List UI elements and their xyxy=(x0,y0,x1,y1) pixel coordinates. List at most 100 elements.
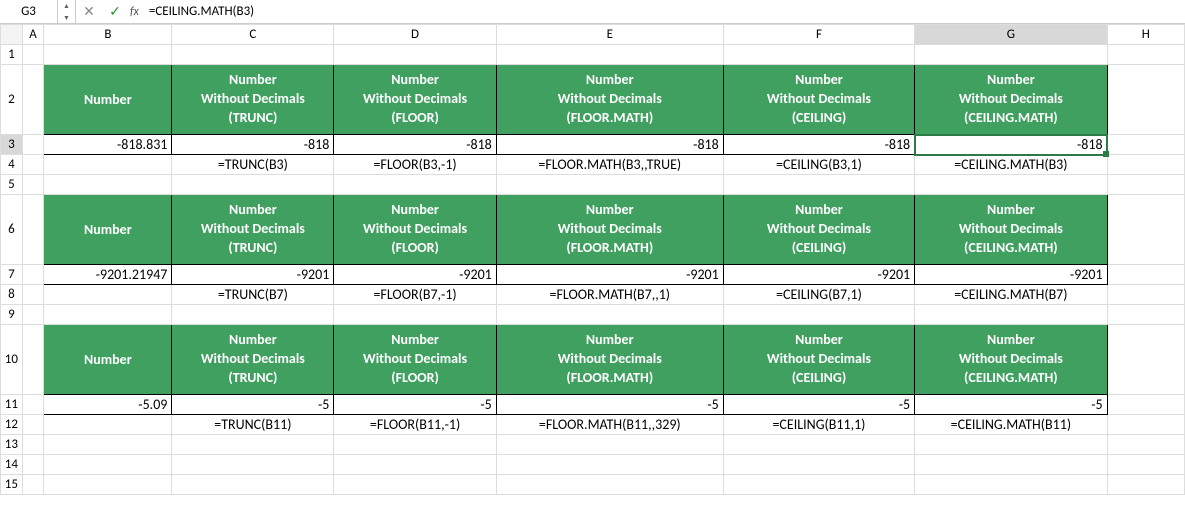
formula-floor-1[interactable]: =FLOOR(B7,-1) xyxy=(334,285,496,305)
row-header-9[interactable]: 9 xyxy=(1,305,23,325)
cell[interactable] xyxy=(1107,415,1184,435)
formula-trunc-2[interactable]: =TRUNC(B11) xyxy=(172,415,334,435)
cell-A9[interactable] xyxy=(22,305,44,325)
cell[interactable] xyxy=(496,475,723,495)
cell[interactable] xyxy=(44,475,172,495)
select-all-corner[interactable] xyxy=(1,25,23,45)
cell[interactable] xyxy=(334,175,496,195)
cell[interactable] xyxy=(172,475,334,495)
result-floor-1[interactable]: -9201 xyxy=(334,265,496,285)
result-trunc-1[interactable]: -9201 xyxy=(172,265,334,285)
check-icon[interactable]: ✓ xyxy=(102,0,128,23)
cell-A11[interactable] xyxy=(22,395,44,415)
formula-floor-2[interactable]: =FLOOR(B11,-1) xyxy=(334,415,496,435)
row-header-6[interactable]: 6 xyxy=(1,195,23,265)
cell-A5[interactable] xyxy=(22,175,44,195)
cell-A8[interactable] xyxy=(22,285,44,305)
formula-floormath-2[interactable]: =FLOOR.MATH(B11,,329) xyxy=(496,415,723,435)
col-header-E[interactable]: E xyxy=(496,25,723,45)
formula-floormath-0[interactable]: =FLOOR.MATH(B3,,TRUE) xyxy=(496,155,723,175)
col-header-B[interactable]: B xyxy=(44,25,172,45)
cell[interactable] xyxy=(44,305,172,325)
name-box[interactable]: G3 xyxy=(0,0,58,23)
row-header-2[interactable]: 2 xyxy=(1,65,23,135)
formula-ceilingmath-0[interactable]: =CEILING.MATH(B3) xyxy=(915,155,1107,175)
chevron-down-icon[interactable]: ▼ xyxy=(58,12,75,24)
row-header-1[interactable]: 1 xyxy=(1,45,23,65)
cell[interactable] xyxy=(723,475,914,495)
cell[interactable] xyxy=(915,175,1107,195)
name-box-stepper[interactable]: ▲ ▼ xyxy=(58,0,76,23)
cell[interactable] xyxy=(915,435,1107,455)
result-ceiling-1[interactable]: -9201 xyxy=(723,265,914,285)
cell-A6[interactable] xyxy=(22,195,44,265)
cell[interactable] xyxy=(1107,435,1184,455)
cell[interactable] xyxy=(915,305,1107,325)
cell[interactable] xyxy=(44,415,172,435)
cell[interactable] xyxy=(44,45,172,65)
row-header-10[interactable]: 10 xyxy=(1,325,23,395)
row-header-11[interactable]: 11 xyxy=(1,395,23,415)
col-header-F[interactable]: F xyxy=(723,25,914,45)
row-header-12[interactable]: 12 xyxy=(1,415,23,435)
col-header-H[interactable]: H xyxy=(1107,25,1184,45)
cell-A13[interactable] xyxy=(22,435,44,455)
cell[interactable] xyxy=(172,175,334,195)
cancel-icon[interactable]: ✕ xyxy=(76,0,102,23)
cell-A4[interactable] xyxy=(22,155,44,175)
cell[interactable] xyxy=(496,45,723,65)
formula-ceilingmath-2[interactable]: =CEILING.MATH(B11) xyxy=(915,415,1107,435)
formula-ceiling-1[interactable]: =CEILING(B7,1) xyxy=(723,285,914,305)
formula-trunc-1[interactable]: =TRUNC(B7) xyxy=(172,285,334,305)
row-header-3[interactable]: 3 xyxy=(1,135,23,155)
cell[interactable] xyxy=(44,285,172,305)
cell[interactable] xyxy=(44,155,172,175)
row-header-15[interactable]: 15 xyxy=(1,475,23,495)
cell[interactable] xyxy=(1107,175,1184,195)
cell[interactable] xyxy=(723,435,914,455)
row-header-14[interactable]: 14 xyxy=(1,455,23,475)
cell[interactable] xyxy=(1107,65,1184,135)
row-header-13[interactable]: 13 xyxy=(1,435,23,455)
row-header-4[interactable]: 4 xyxy=(1,155,23,175)
cell-A2[interactable] xyxy=(22,65,44,135)
cell[interactable] xyxy=(496,435,723,455)
result-ceiling-0[interactable]: -818 xyxy=(723,135,914,155)
cell[interactable] xyxy=(44,175,172,195)
cell[interactable] xyxy=(1107,305,1184,325)
input-value-2[interactable]: -5.09 xyxy=(44,395,172,415)
cell[interactable] xyxy=(496,175,723,195)
result-floormath-1[interactable]: -9201 xyxy=(496,265,723,285)
cell[interactable] xyxy=(496,455,723,475)
formula-floor-0[interactable]: =FLOOR(B3,-1) xyxy=(334,155,496,175)
cell[interactable] xyxy=(172,305,334,325)
cell-A10[interactable] xyxy=(22,325,44,395)
cell[interactable] xyxy=(1107,325,1184,395)
cell[interactable] xyxy=(1107,455,1184,475)
cell[interactable] xyxy=(1107,155,1184,175)
cell[interactable] xyxy=(723,305,914,325)
cell[interactable] xyxy=(172,455,334,475)
input-value-1[interactable]: -9201.21947 xyxy=(44,265,172,285)
cell[interactable] xyxy=(334,455,496,475)
formula-input[interactable] xyxy=(145,0,1185,23)
cell[interactable] xyxy=(334,45,496,65)
result-ceilingmath-1[interactable]: -9201 xyxy=(915,265,1107,285)
row-header-7[interactable]: 7 xyxy=(1,265,23,285)
cell[interactable] xyxy=(172,45,334,65)
cell[interactable] xyxy=(915,45,1107,65)
formula-trunc-0[interactable]: =TRUNC(B3) xyxy=(172,155,334,175)
row-header-5[interactable]: 5 xyxy=(1,175,23,195)
chevron-up-icon[interactable]: ▲ xyxy=(58,0,75,12)
formula-ceiling-0[interactable]: =CEILING(B3,1) xyxy=(723,155,914,175)
cell[interactable] xyxy=(915,475,1107,495)
cell[interactable] xyxy=(44,455,172,475)
cell[interactable] xyxy=(723,45,914,65)
cell[interactable] xyxy=(915,455,1107,475)
cell-A14[interactable] xyxy=(22,455,44,475)
cell[interactable] xyxy=(334,435,496,455)
cell-A3[interactable] xyxy=(22,135,44,155)
col-header-D[interactable]: D xyxy=(334,25,496,45)
result-ceiling-2[interactable]: -5 xyxy=(723,395,914,415)
cell[interactable] xyxy=(172,435,334,455)
